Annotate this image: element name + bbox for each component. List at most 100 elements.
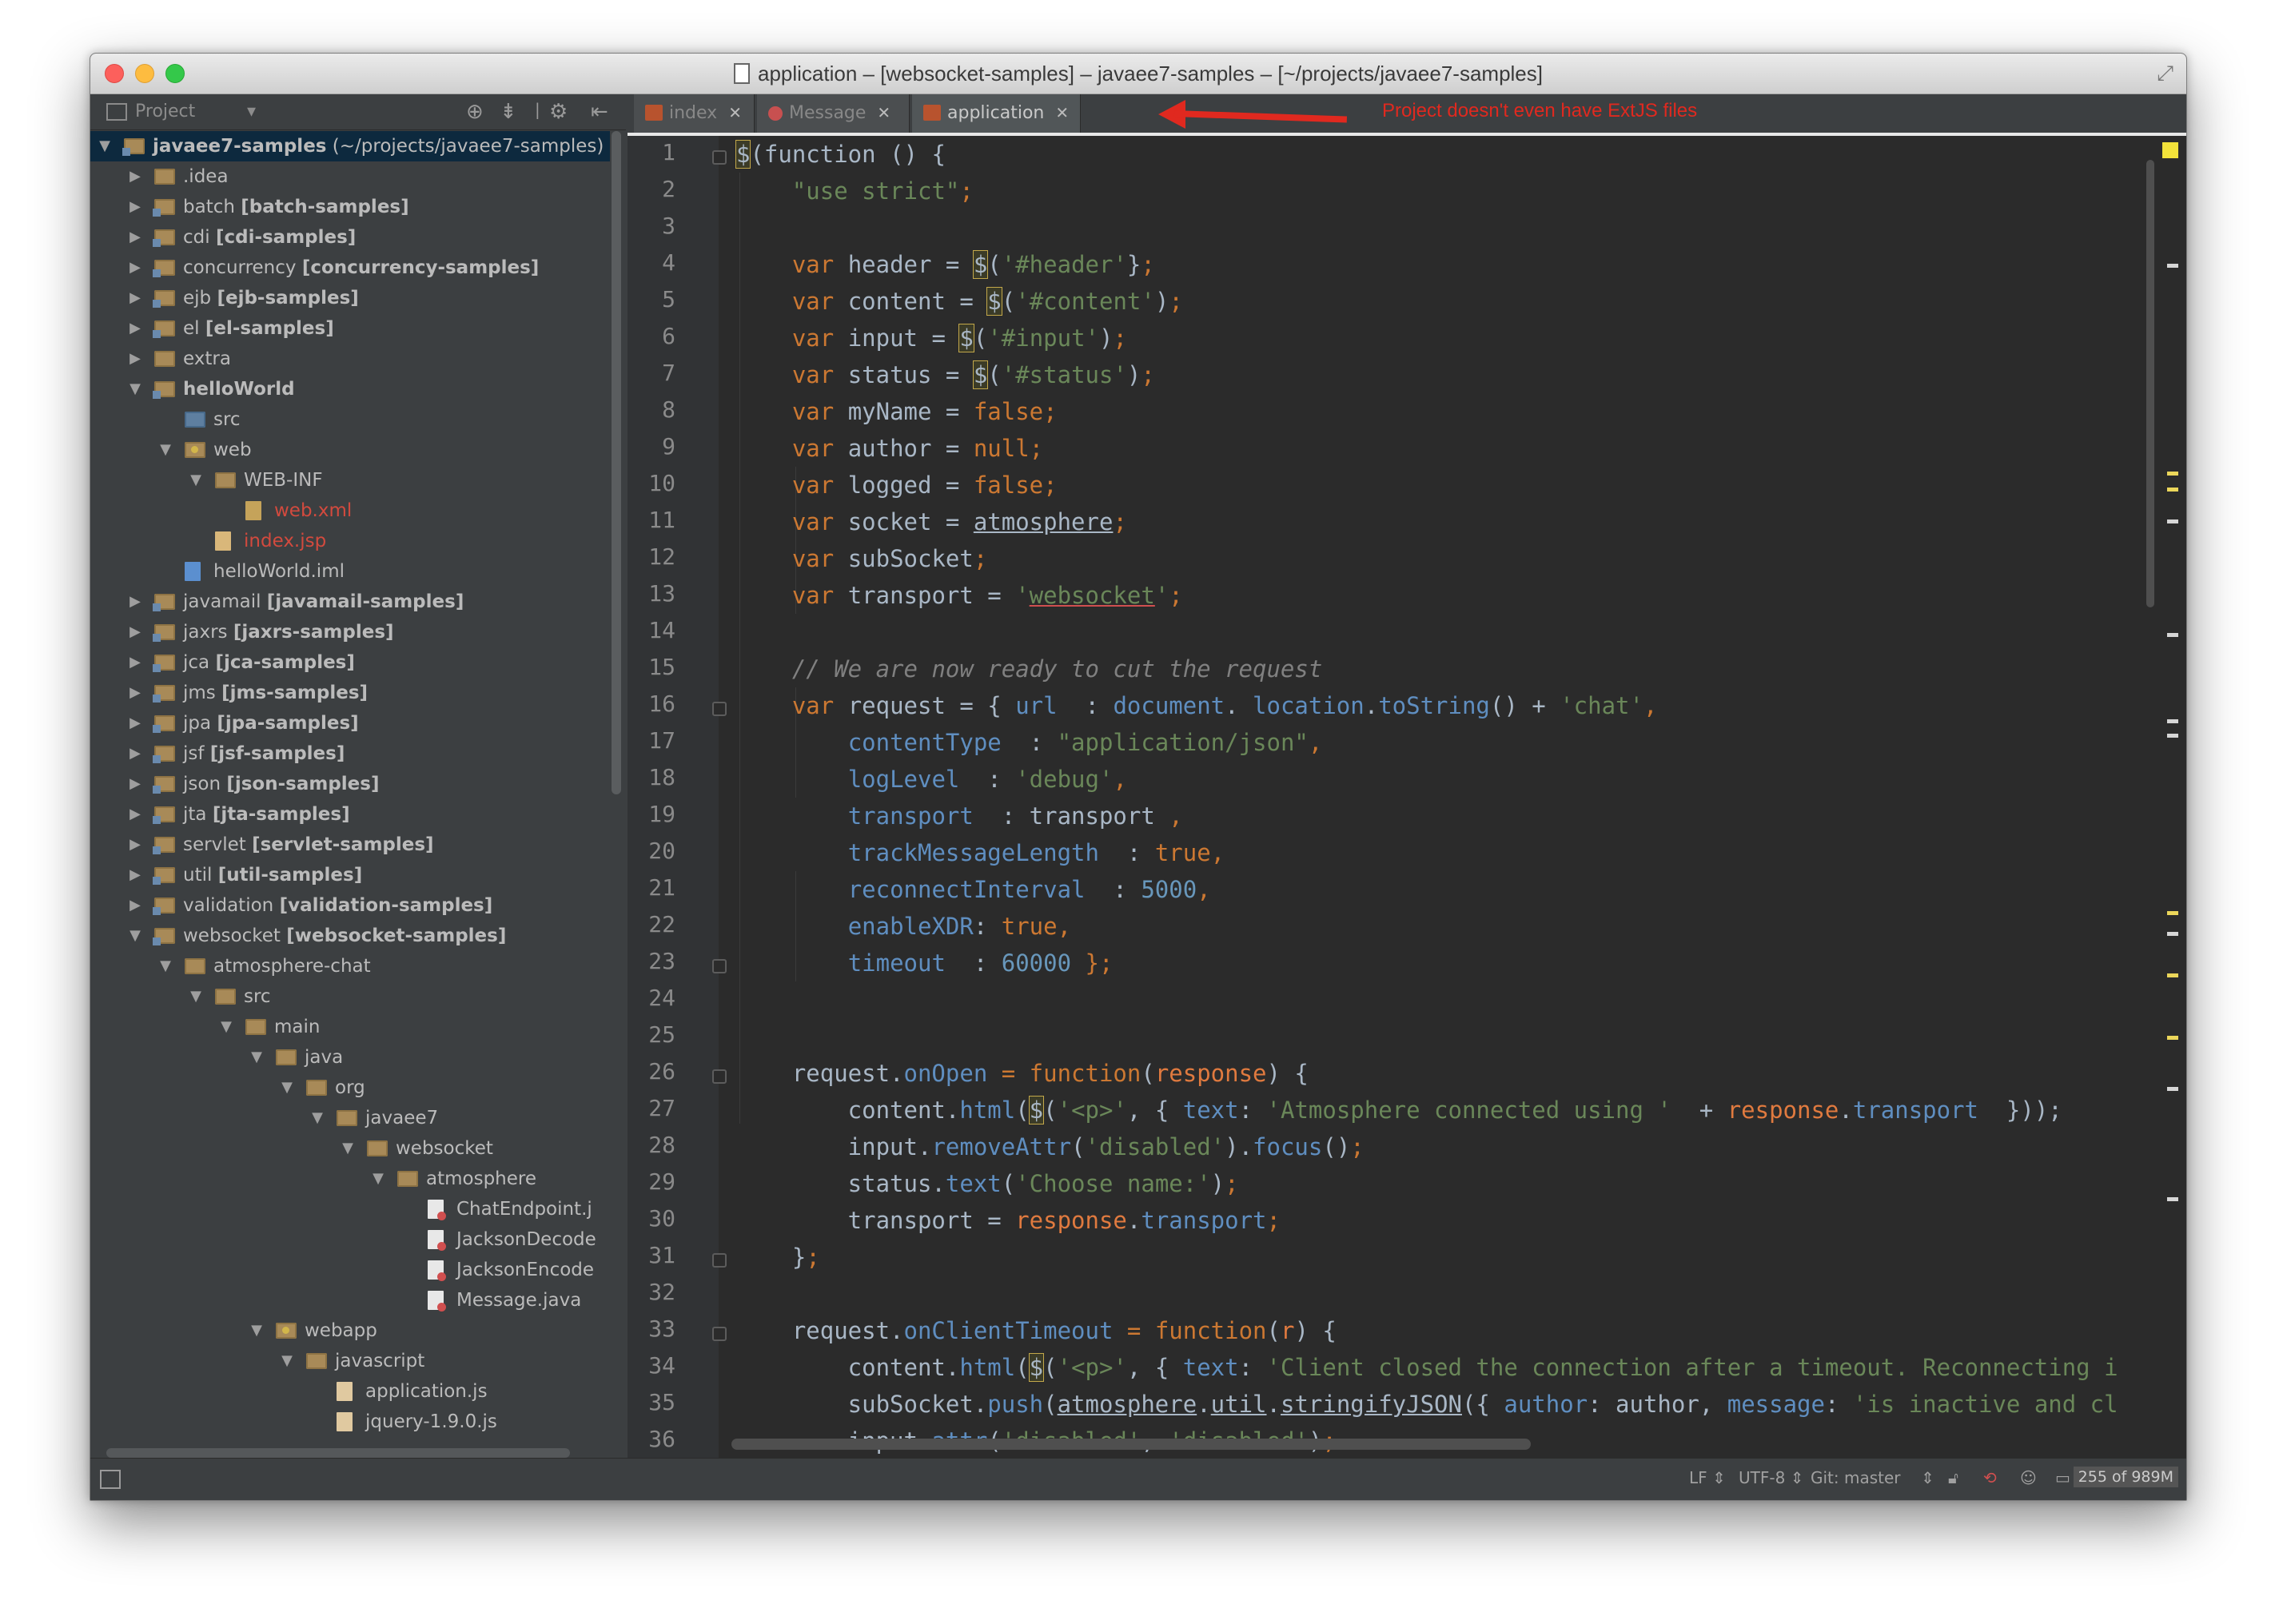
tree-item[interactable]: ▼ javaee7-samples (~/projects/javaee7-sam… [90, 131, 610, 161]
tree-item[interactable]: ▼ javascript [90, 1346, 610, 1376]
code-line[interactable]: var transport = 'websocket'; [736, 577, 1183, 614]
marker[interactable] [2167, 488, 2178, 492]
marker[interactable] [2167, 932, 2178, 936]
marker[interactable] [2167, 1087, 2178, 1091]
collapsed-arrow-icon[interactable]: ▶ [127, 283, 143, 313]
error-stripe[interactable] [2159, 136, 2186, 1458]
marker[interactable] [2167, 734, 2178, 738]
tree-item[interactable]: ▼ atmosphere [90, 1164, 610, 1194]
expanded-arrow-icon[interactable]: ▼ [97, 131, 113, 161]
code-line[interactable]: request.onClientTimeout = function(r) { [736, 1312, 1337, 1349]
editor-horizontal-scrollbar[interactable] [731, 1439, 1531, 1450]
collapsed-arrow-icon[interactable]: ▶ [127, 860, 143, 890]
inspection-status-icon[interactable] [2162, 142, 2178, 158]
tree-item[interactable]: ▼ websocket [90, 1133, 610, 1164]
tree-item[interactable]: ▼ javaee7 [90, 1103, 610, 1133]
tree-item[interactable]: ▶ validation [validation-samples] [90, 890, 610, 921]
fold-marker-icon[interactable] [712, 1069, 727, 1084]
fullscreen-icon[interactable]: ⤢ [2157, 62, 2173, 86]
expanded-arrow-icon[interactable]: ▼ [218, 1012, 234, 1042]
collapsed-arrow-icon[interactable]: ▶ [127, 830, 143, 860]
close-icon[interactable]: ✕ [728, 103, 742, 122]
code-line[interactable]: var logged = false; [736, 467, 1058, 504]
expanded-arrow-icon[interactable]: ▼ [188, 465, 204, 496]
tab-index[interactable]: index ✕ [634, 94, 755, 133]
tree-item[interactable]: src [90, 404, 610, 435]
tree-item[interactable]: ▶ jpa [jpa-samples] [90, 708, 610, 738]
expanded-arrow-icon[interactable]: ▼ [370, 1164, 386, 1194]
marker[interactable] [2167, 973, 2178, 977]
tab-message[interactable]: Message ✕ [757, 94, 910, 133]
tree-item[interactable]: ▶ extra [90, 344, 610, 374]
collapsed-arrow-icon[interactable]: ▶ [127, 192, 143, 222]
collapsed-arrow-icon[interactable]: ▶ [127, 708, 143, 738]
tree-item[interactable]: ▶ util [util-samples] [90, 860, 610, 890]
expanded-arrow-icon[interactable]: ▼ [279, 1346, 295, 1376]
collapsed-arrow-icon[interactable]: ▶ [127, 587, 143, 617]
close-icon[interactable]: ✕ [1055, 103, 1069, 122]
code-line[interactable]: logLevel : 'debug', [736, 761, 1127, 798]
marker[interactable] [2167, 1036, 2178, 1040]
code-line[interactable]: reconnectInterval : 5000, [736, 871, 1211, 908]
tree-item[interactable]: application.js [90, 1376, 610, 1407]
expanded-arrow-icon[interactable]: ▼ [157, 435, 173, 465]
code-line[interactable]: var myName = false; [736, 393, 1058, 430]
expanded-arrow-icon[interactable]: ▼ [340, 1133, 356, 1164]
code-line[interactable]: status.text('Choose name:'); [736, 1165, 1239, 1202]
marker[interactable] [2167, 264, 2178, 268]
code-line[interactable]: "use strict"; [736, 173, 974, 209]
code-line[interactable]: contentType : "application/json", [736, 724, 1323, 761]
message-icon[interactable]: ▭ [2055, 1468, 2070, 1487]
collapsed-arrow-icon[interactable]: ▶ [127, 161, 143, 192]
expanded-arrow-icon[interactable]: ▼ [127, 921, 143, 951]
expanded-arrow-icon[interactable]: ▼ [127, 374, 143, 404]
line-separator[interactable]: LF ⇕ [1689, 1468, 1726, 1487]
marker[interactable] [2167, 633, 2178, 637]
code-line[interactable]: transport : transport , [736, 798, 1183, 834]
tree-item[interactable]: helloWorld.iml [90, 556, 610, 587]
chevron-updown-icon[interactable]: ⇕ [1921, 1468, 1934, 1487]
code-line[interactable]: timeout : 60000 }; [736, 945, 1114, 981]
hector-icon[interactable]: ☺︎ [2020, 1468, 2037, 1487]
collapse-all-icon[interactable]: ⇟ [500, 100, 517, 124]
tree-item[interactable]: ▶ jca [jca-samples] [90, 647, 610, 678]
tree-item[interactable]: ChatEndpoint.j [90, 1194, 610, 1224]
collapsed-arrow-icon[interactable]: ▶ [127, 647, 143, 678]
marker[interactable] [2167, 719, 2178, 723]
expanded-arrow-icon[interactable]: ▼ [188, 981, 204, 1012]
gear-icon[interactable]: ⚙ [549, 100, 568, 124]
collapsed-arrow-icon[interactable]: ▶ [127, 799, 143, 830]
tree-item[interactable]: ▼ java [90, 1042, 610, 1073]
code-line[interactable]: var request = { url : document. location… [736, 687, 1658, 724]
tree-item[interactable]: ▶ concurrency [concurrency-samples] [90, 253, 610, 283]
tree-item[interactable]: JacksonEncode [90, 1255, 610, 1285]
tree-horizontal-scrollbar[interactable] [106, 1448, 570, 1458]
tree-item[interactable]: ▼ helloWorld [90, 374, 610, 404]
collapsed-arrow-icon[interactable]: ▶ [127, 890, 143, 921]
fold-marker-icon[interactable] [712, 1327, 727, 1341]
tree-item[interactable]: ▶ jsf [jsf-samples] [90, 738, 610, 769]
tree-item[interactable]: ▶ cdi [cdi-samples] [90, 222, 610, 253]
tree-vertical-scrollbar[interactable] [612, 131, 621, 794]
expanded-arrow-icon[interactable]: ▼ [249, 1042, 265, 1073]
tree-item[interactable]: ▶ jaxrs [jaxrs-samples] [90, 617, 610, 647]
code-line[interactable]: content.html($('<p>', { text: 'Atmospher… [736, 1092, 2062, 1128]
tree-item[interactable]: web.xml [90, 496, 610, 526]
code-line[interactable]: enableXDR: true, [736, 908, 1071, 945]
fold-marker-icon[interactable] [712, 1253, 727, 1268]
tree-item[interactable]: ▶ ejb [ejb-samples] [90, 283, 610, 313]
encoding[interactable]: UTF-8 ⇕ [1739, 1468, 1803, 1487]
code-line[interactable]: content.html($('<p>', { text: 'Client cl… [736, 1349, 2118, 1386]
editor-vertical-scrollbar[interactable] [2146, 160, 2154, 607]
toggle-tool-windows-icon[interactable] [100, 1470, 121, 1489]
collapsed-arrow-icon[interactable]: ▶ [127, 344, 143, 374]
hide-panel-icon[interactable]: ⇤ [591, 100, 608, 124]
fold-marker-icon[interactable] [712, 150, 727, 165]
fold-marker-icon[interactable] [712, 702, 727, 716]
collapsed-arrow-icon[interactable]: ▶ [127, 222, 143, 253]
fold-marker-icon[interactable] [712, 959, 727, 973]
collapsed-arrow-icon[interactable]: ▶ [127, 617, 143, 647]
expanded-arrow-icon[interactable]: ▼ [279, 1073, 295, 1103]
lock-icon[interactable]: 🔓︎ [1948, 1468, 1958, 1487]
tree-item[interactable]: JacksonDecode [90, 1224, 610, 1255]
